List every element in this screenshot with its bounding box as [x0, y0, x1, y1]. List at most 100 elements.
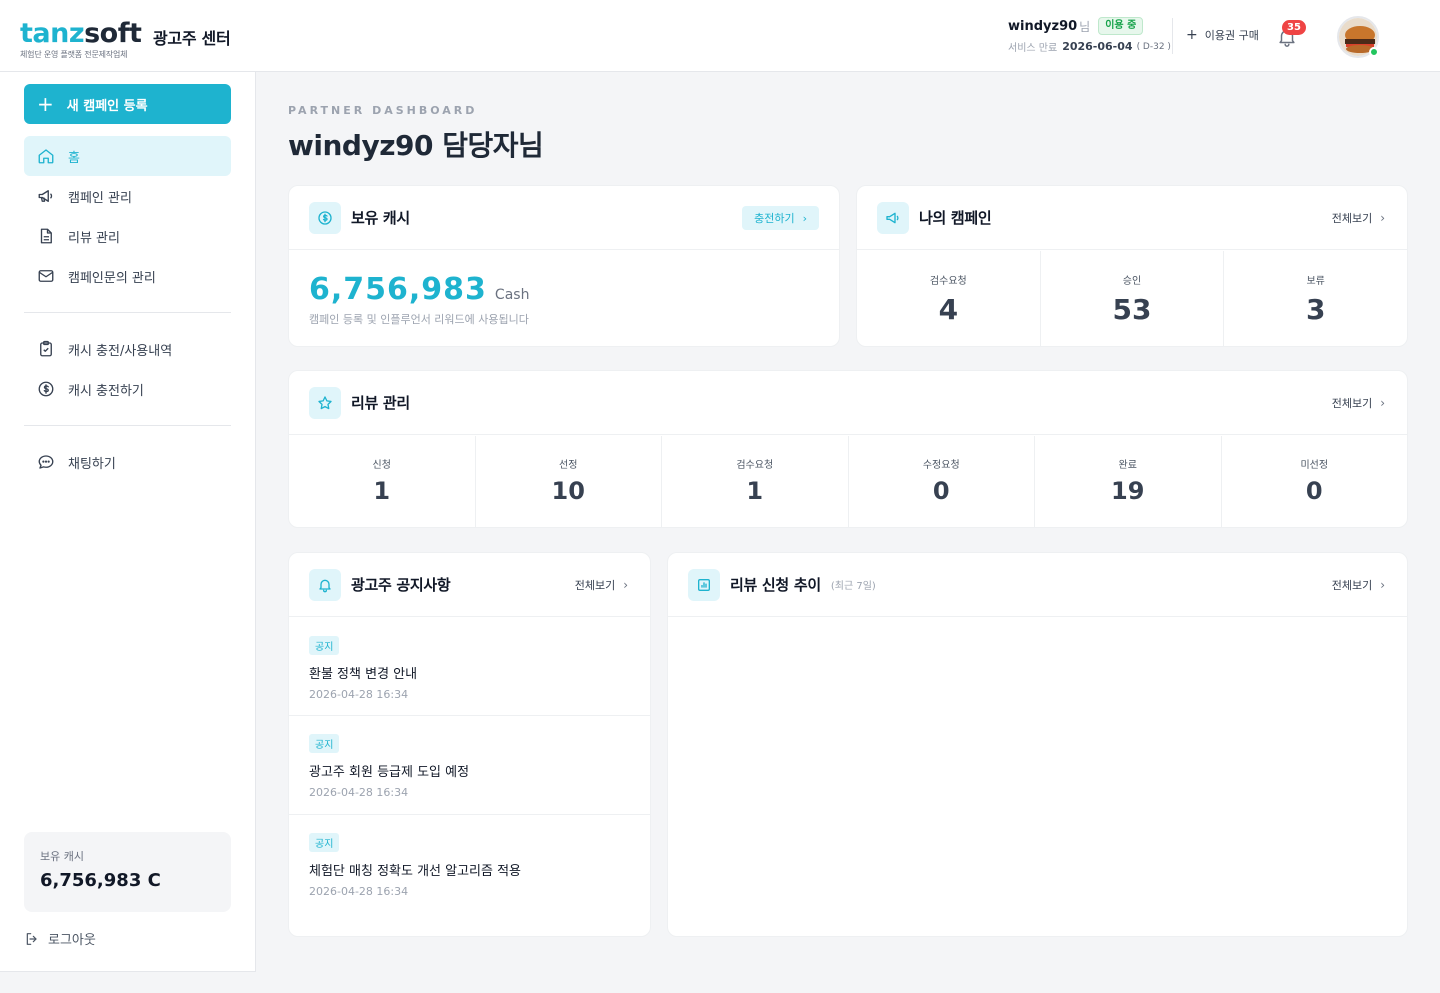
notice-date: 2026-04-28 16:34	[309, 885, 409, 898]
logo-wordmark: tanzsoft	[20, 18, 142, 49]
clipboard-check-icon	[36, 339, 56, 359]
review-stat[interactable]: 수정요청 0	[849, 436, 1035, 527]
chevron-right-icon: ›	[1380, 396, 1385, 410]
logout-label: 로그아웃	[48, 933, 96, 948]
stat-label: 미선정	[1300, 460, 1329, 471]
sidebar-item-reviews[interactable]: 리뷰 관리	[24, 216, 231, 256]
notice-tag: 공지	[309, 833, 340, 852]
sidebar-item-label: 캠페인문의 관리	[68, 270, 156, 286]
cash-card-title: 보유 캐시	[351, 209, 410, 227]
sidebar-cash-label: 보유 캐시	[40, 850, 84, 863]
logo[interactable]: tanzsoft 체험단 운영 플랫폼 전문제작업체	[20, 18, 142, 60]
campaign-view-all-link[interactable]: 전체보기 ›	[1332, 210, 1385, 226]
logo-tagline: 체험단 운영 플랫폼 전문제작업체	[20, 50, 128, 59]
cash-unit: Cash	[494, 287, 530, 303]
header-divider	[1172, 18, 1173, 54]
notice-item[interactable]: 공지 환불 정책 변경 안내 2026-04-28 16:34	[289, 618, 650, 716]
stat-label: 검수요청	[736, 460, 774, 471]
sidebar-divider	[24, 312, 231, 313]
document-icon	[36, 226, 56, 246]
campaign-card: 나의 캠페인 전체보기 › 검수요청 4 승인 53 보류 3	[856, 185, 1408, 347]
new-campaign-button[interactable]: + 새 캠페인 등록	[24, 84, 231, 124]
buy-pass-button[interactable]: + 이용권 구매	[1186, 27, 1259, 43]
page-eyebrow: PARTNER DASHBOARD	[288, 104, 478, 117]
logout-icon	[26, 932, 37, 945]
sidebar-item-inquiries[interactable]: 캠페인문의 관리	[24, 256, 231, 296]
logout-button[interactable]: 로그아웃	[24, 929, 96, 948]
star-icon	[309, 386, 341, 419]
sidebar-cash-box: 보유 캐시 6,756,983 C	[24, 832, 231, 912]
buy-pass-label: 이용권 구매	[1204, 29, 1259, 42]
view-all-label: 전체보기	[1331, 579, 1373, 592]
chevron-right-icon: ›	[1380, 211, 1385, 225]
view-all-label: 전체보기	[574, 579, 616, 592]
review-card: 리뷰 관리 전체보기 › 신청 1 선정 10 검수요청 1 수정요청 0 완료…	[288, 370, 1408, 528]
review-stat[interactable]: 완료 19	[1035, 436, 1222, 527]
sidebar-item-label: 리뷰 관리	[68, 230, 120, 246]
megaphone-icon	[36, 186, 56, 206]
user-suffix: 님	[1079, 19, 1091, 34]
charge-button[interactable]: 충전하기 ›	[742, 206, 819, 230]
sidebar-item-label: 캠페인 관리	[68, 190, 132, 206]
stat-value: 19	[1111, 477, 1145, 505]
review-card-title: 리뷰 관리	[351, 394, 410, 412]
notice-view-all-link[interactable]: 전체보기 ›	[575, 577, 628, 593]
stat-label: 보류	[1306, 276, 1325, 287]
bar-chart-icon	[688, 568, 720, 601]
stat-value: 1	[746, 477, 764, 505]
stat-value: 0	[932, 477, 950, 505]
bell-icon	[309, 568, 341, 601]
sidebar-item-home[interactable]: 홈	[24, 136, 231, 176]
campaign-stat[interactable]: 검수요청 4	[857, 251, 1041, 346]
trend-card-subtitle: (최근 7일)	[830, 581, 876, 592]
stat-value: 10	[551, 477, 585, 505]
notice-item[interactable]: 공지 광고주 회원 등급제 도입 예정 2026-04-28 16:34	[289, 716, 650, 815]
stat-value: 3	[1305, 293, 1326, 326]
chat-icon	[36, 452, 56, 472]
cash-value: 6,756,983	[309, 272, 487, 307]
notice-date: 2026-04-28 16:34	[309, 688, 409, 701]
sidebar-item-chat[interactable]: 채팅하기	[24, 442, 231, 482]
status-badge: 이용 중	[1098, 17, 1144, 35]
trend-card: 리뷰 신청 추이 (최근 7일) 전체보기 ›	[667, 552, 1408, 937]
sidebar-divider	[24, 425, 231, 426]
trend-view-all-link[interactable]: 전체보기 ›	[1332, 577, 1385, 593]
charge-button-label: 충전하기	[754, 212, 795, 225]
plus-icon: +	[1186, 27, 1198, 43]
sidebar-item-campaigns[interactable]: 캠페인 관리	[24, 176, 231, 216]
page-title: windyz90 담당자님	[288, 129, 544, 162]
view-all-label: 전체보기	[1331, 397, 1373, 410]
plus-icon: +	[37, 92, 54, 116]
home-icon	[36, 146, 56, 166]
expire-dday: ( D-32 )	[1136, 41, 1171, 52]
cash-description: 캠페인 등록 및 인플루언서 리워드에 사용됩니다	[309, 313, 529, 326]
review-view-all-link[interactable]: 전체보기 ›	[1332, 395, 1385, 411]
notice-item[interactable]: 공지 체험단 매칭 정확도 개선 알고리즘 적용 2026-04-28 16:3…	[289, 815, 650, 913]
stat-label: 승인	[1122, 276, 1142, 287]
notice-title: 광고주 회원 등급제 도입 예정	[309, 765, 470, 780]
review-stat[interactable]: 신청 1	[289, 436, 476, 527]
review-stat[interactable]: 선정 10	[476, 436, 662, 527]
sidebar-item-label: 캐시 충전/사용내역	[68, 343, 173, 359]
review-stat[interactable]: 검수요청 1	[662, 436, 849, 527]
sidebar-item-cash-charge[interactable]: 캐시 충전하기	[24, 369, 231, 409]
chevron-right-icon: ›	[1380, 578, 1385, 592]
stat-value: 0	[1305, 477, 1323, 505]
user-info: windyz90 님 이용 중 서비스 만료 2026-06-04 ( D-32…	[1008, 16, 1171, 54]
notice-tag: 공지	[309, 636, 340, 655]
notice-title: 체험단 매칭 정확도 개선 알고리즘 적용	[309, 864, 522, 879]
chevron-right-icon: ›	[802, 211, 807, 225]
campaign-stat[interactable]: 보류 3	[1224, 251, 1407, 346]
chevron-right-icon: ›	[623, 578, 628, 592]
stat-value: 4	[938, 293, 959, 326]
sidebar-item-cash-history[interactable]: 캐시 충전/사용내역	[24, 329, 231, 369]
stat-label: 완료	[1118, 460, 1137, 471]
new-campaign-label: 새 캠페인 등록	[66, 98, 148, 114]
campaign-stat[interactable]: 승인 53	[1041, 251, 1225, 346]
notice-card-title: 광고주 공지사항	[351, 576, 451, 594]
dollar-icon	[36, 379, 56, 399]
campaign-card-title: 나의 캠페인	[919, 209, 992, 227]
notice-tag: 공지	[309, 734, 340, 753]
review-stat[interactable]: 미선정 0	[1222, 436, 1408, 527]
sidebar-item-label: 채팅하기	[68, 456, 116, 472]
